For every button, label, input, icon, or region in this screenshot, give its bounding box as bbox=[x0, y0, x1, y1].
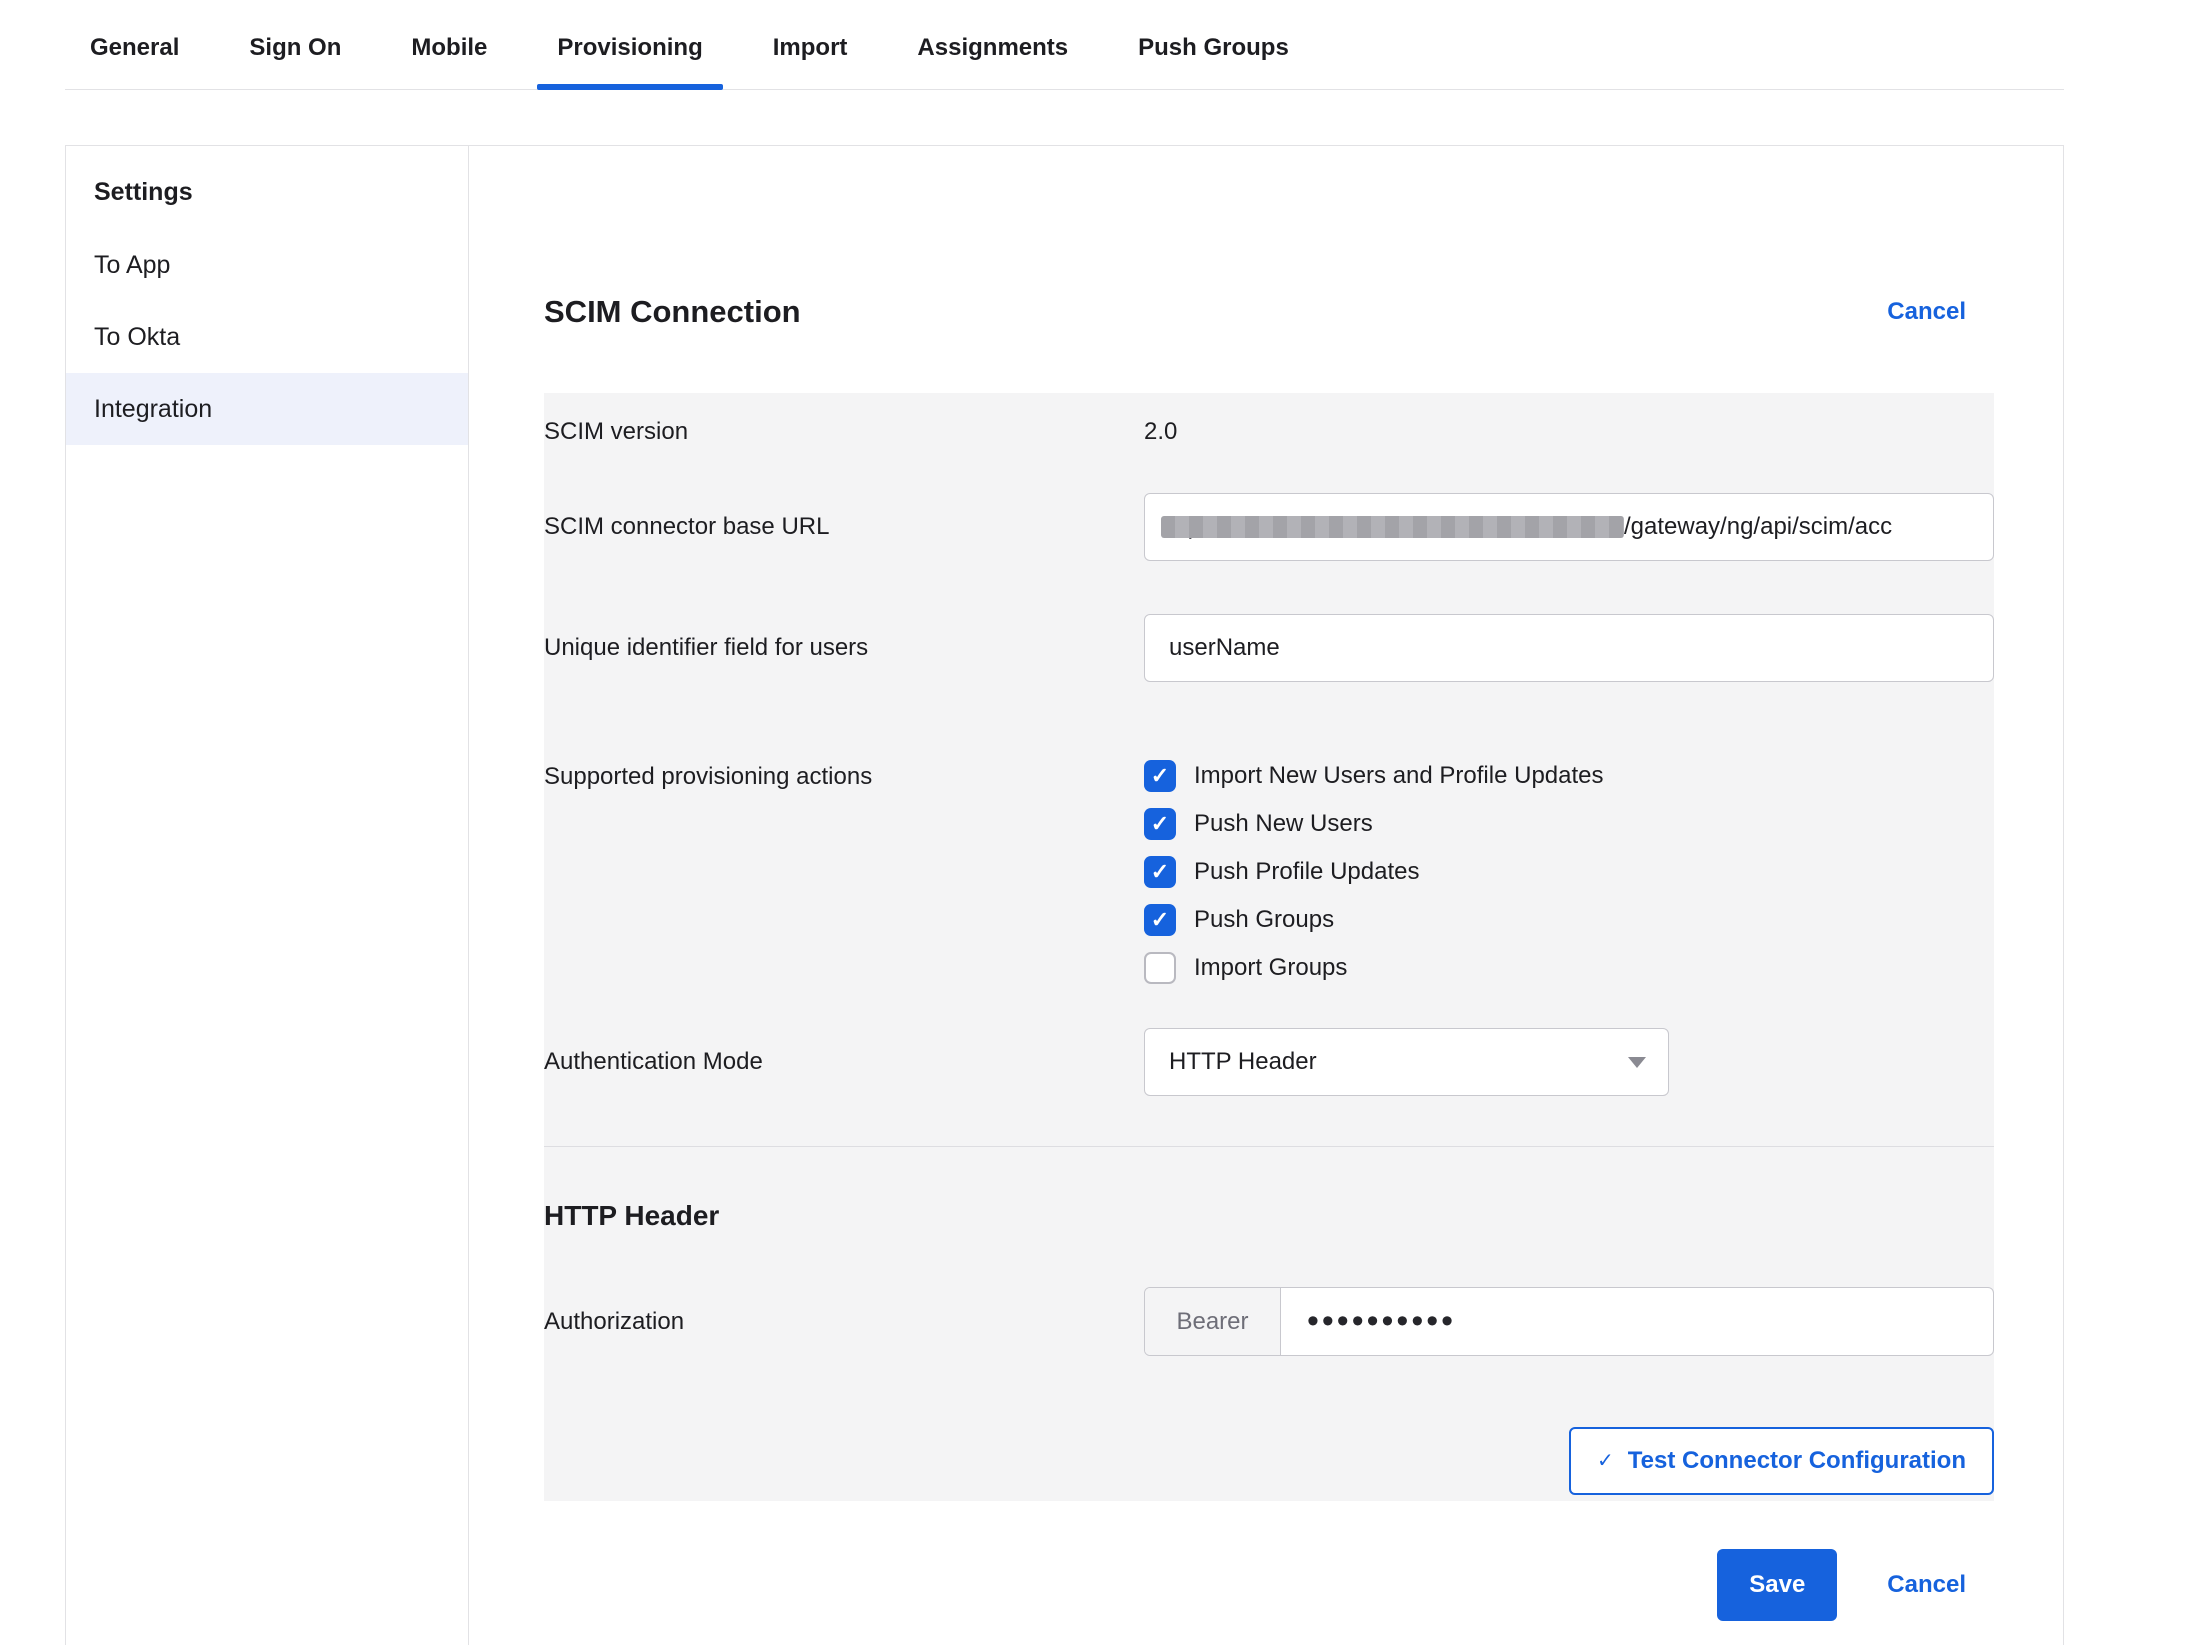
base-url-input[interactable]: https://b5bd-125-19-67-148 /gateway/ng/a… bbox=[1144, 493, 1994, 561]
scim-version-label: SCIM version bbox=[544, 415, 1144, 449]
authorization-secret-input[interactable]: •••••••••• bbox=[1281, 1288, 1993, 1355]
checkbox-row-push-groups[interactable]: ✓ Push Groups bbox=[1144, 904, 1994, 936]
cancel-link-top[interactable]: Cancel bbox=[1887, 298, 1966, 326]
main-content: SCIM Connection Cancel SCIM version 2.0 … bbox=[469, 146, 2063, 1645]
chevron-down-icon bbox=[1628, 1057, 1646, 1068]
tab-push-groups[interactable]: Push Groups bbox=[1138, 34, 1289, 89]
sidebar-item-to-app[interactable]: To App bbox=[66, 229, 468, 301]
row-base-url: SCIM connector base URL https://b5bd-125… bbox=[544, 493, 1994, 561]
base-url-visible-text: /gateway/ng/api/scim/acc bbox=[1624, 513, 1892, 541]
check-icon: ✓ bbox=[1151, 861, 1169, 883]
checkbox-checked-icon[interactable]: ✓ bbox=[1144, 760, 1176, 792]
check-icon: ✓ bbox=[1597, 1451, 1614, 1471]
checkbox-label: Push New Users bbox=[1194, 810, 1373, 838]
checkbox-label: Import Groups bbox=[1194, 954, 1347, 982]
title-row: SCIM Connection Cancel bbox=[544, 294, 1994, 330]
checkbox-label: Push Profile Updates bbox=[1194, 858, 1419, 886]
test-connector-button[interactable]: ✓ Test Connector Configuration bbox=[1569, 1427, 1994, 1495]
test-connector-row: ✓ Test Connector Configuration bbox=[544, 1427, 1994, 1495]
save-button[interactable]: Save bbox=[1717, 1549, 1837, 1621]
unique-identifier-label: Unique identifier field for users bbox=[544, 631, 1144, 665]
row-unique-identifier: Unique identifier field for users bbox=[544, 614, 1994, 682]
scim-version-value: 2.0 bbox=[1144, 415, 1994, 449]
http-header-section-title: HTTP Header bbox=[544, 1200, 1994, 1232]
checkbox-checked-icon[interactable]: ✓ bbox=[1144, 808, 1176, 840]
checkbox-row-push-profile-updates[interactable]: ✓ Push Profile Updates bbox=[1144, 856, 1994, 888]
checkbox-checked-icon[interactable]: ✓ bbox=[1144, 904, 1176, 936]
checkbox-unchecked-icon[interactable] bbox=[1144, 952, 1176, 984]
provisioning-page: General Sign On Mobile Provisioning Impo… bbox=[0, 0, 2201, 1645]
tab-import[interactable]: Import bbox=[773, 34, 848, 89]
checkbox-row-import-groups[interactable]: Import Groups bbox=[1144, 952, 1994, 984]
form-footer: Save Cancel bbox=[544, 1549, 1994, 1621]
checkbox-row-push-new-users[interactable]: ✓ Push New Users bbox=[1144, 808, 1994, 840]
authentication-mode-value: HTTP Header bbox=[1169, 1048, 1317, 1076]
cancel-link-bottom[interactable]: Cancel bbox=[1887, 1571, 1966, 1599]
row-scim-version: SCIM version 2.0 bbox=[544, 415, 1994, 449]
check-icon: ✓ bbox=[1151, 765, 1169, 787]
provisioning-actions-list: ✓ Import New Users and Profile Updates ✓… bbox=[1144, 760, 1994, 984]
authorization-prefix: Bearer bbox=[1145, 1288, 1281, 1355]
tab-provisioning[interactable]: Provisioning bbox=[557, 34, 702, 89]
check-icon: ✓ bbox=[1151, 813, 1169, 835]
tab-general[interactable]: General bbox=[90, 34, 179, 89]
page-title: SCIM Connection bbox=[544, 294, 801, 330]
tab-sign-on[interactable]: Sign On bbox=[249, 34, 341, 89]
tab-assignments[interactable]: Assignments bbox=[917, 34, 1068, 89]
sidebar-item-to-okta[interactable]: To Okta bbox=[66, 301, 468, 373]
checkbox-row-import-users[interactable]: ✓ Import New Users and Profile Updates bbox=[1144, 760, 1994, 792]
scim-connection-panel: SCIM version 2.0 SCIM connector base URL… bbox=[544, 393, 1994, 1501]
section-divider bbox=[544, 1146, 1994, 1147]
sidebar-item-integration[interactable]: Integration bbox=[66, 373, 468, 445]
check-icon: ✓ bbox=[1151, 909, 1169, 931]
app-tab-bar: General Sign On Mobile Provisioning Impo… bbox=[65, 0, 2064, 90]
test-connector-label: Test Connector Configuration bbox=[1628, 1447, 1966, 1475]
authorization-label: Authorization bbox=[544, 1305, 1144, 1339]
base-url-label: SCIM connector base URL bbox=[544, 510, 1144, 544]
row-authentication-mode: Authentication Mode HTTP Header bbox=[544, 1028, 1994, 1096]
checkbox-checked-icon[interactable]: ✓ bbox=[1144, 856, 1176, 888]
checkbox-label: Push Groups bbox=[1194, 906, 1334, 934]
settings-sidebar: Settings To App To Okta Integration bbox=[66, 146, 469, 1645]
unique-identifier-input[interactable] bbox=[1144, 614, 1994, 682]
checkbox-label: Import New Users and Profile Updates bbox=[1194, 762, 1604, 790]
sidebar-title: Settings bbox=[66, 162, 468, 229]
row-provisioning-actions: Supported provisioning actions ✓ Import … bbox=[544, 760, 1994, 984]
provisioning-card: Settings To App To Okta Integration SCIM… bbox=[65, 145, 2064, 1645]
authentication-mode-select[interactable]: HTTP Header bbox=[1144, 1028, 1669, 1096]
row-authorization: Authorization Bearer •••••••••• bbox=[544, 1287, 1994, 1356]
tab-mobile[interactable]: Mobile bbox=[411, 34, 487, 89]
authentication-mode-label: Authentication Mode bbox=[544, 1045, 1144, 1079]
redaction-overlay bbox=[1161, 516, 1624, 538]
provisioning-actions-label: Supported provisioning actions bbox=[544, 760, 1144, 794]
authorization-field: Bearer •••••••••• bbox=[1144, 1287, 1994, 1356]
base-url-masked-segment: https://b5bd-125-19-67-148 bbox=[1161, 494, 1624, 560]
